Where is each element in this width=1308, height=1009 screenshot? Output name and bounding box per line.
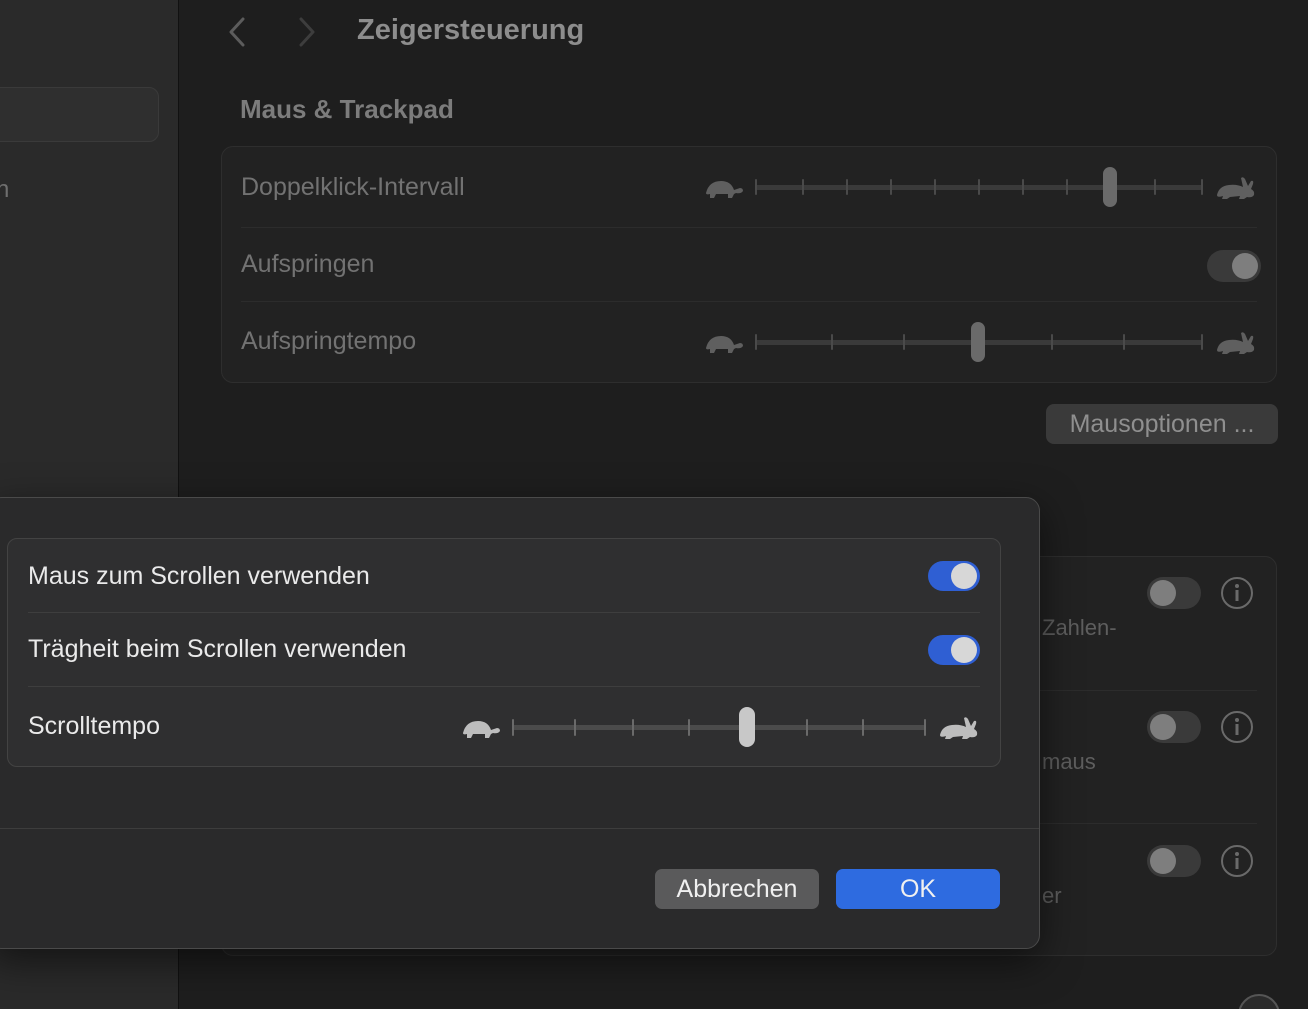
sidebar-search-field[interactable] xyxy=(0,87,159,142)
slider-tick xyxy=(688,718,690,736)
spring-loading-toggle[interactable] xyxy=(1207,250,1261,282)
scroll-speed-knob[interactable] xyxy=(739,706,755,747)
option-toggle[interactable] xyxy=(1147,845,1201,877)
chevron-right-icon xyxy=(299,17,315,47)
chevron-left-icon xyxy=(229,17,245,47)
spring-speed-knob[interactable] xyxy=(971,321,985,362)
slider-tick xyxy=(1066,178,1068,195)
toggle-knob xyxy=(951,563,977,589)
toggle-knob xyxy=(1232,253,1258,279)
forward-button[interactable] xyxy=(292,14,322,50)
option-toggle[interactable] xyxy=(1147,577,1201,609)
scroll-speed-row: Scrolltempo xyxy=(28,686,980,766)
spring-speed-label: Aufspringtempo xyxy=(241,327,417,355)
slider-tick xyxy=(512,718,514,736)
scroll-speed-slider[interactable] xyxy=(458,706,980,747)
slider-tick xyxy=(1051,333,1053,350)
scroll-inertia-label: Trägheit beim Scrollen verwenden xyxy=(28,635,407,663)
rabbit-icon xyxy=(1217,177,1255,199)
mouse-trackpad-group: Doppelklick-Intervall Aufspringen Aufspr… xyxy=(221,146,1277,383)
dialog-settings-group: Maus zum Scrollen verwenden Trägheit bei… xyxy=(7,538,1001,767)
toggle-knob xyxy=(1150,848,1176,874)
slider-tick xyxy=(903,333,905,350)
back-button[interactable] xyxy=(222,14,252,50)
toggle-knob xyxy=(1150,580,1176,606)
row-label-fragment: maus xyxy=(1042,749,1096,774)
slider-tick xyxy=(924,718,926,736)
scroll-with-mouse-label: Maus zum Scrollen verwenden xyxy=(28,561,370,590)
slider-tick xyxy=(632,718,634,736)
row-label-fragment: Zahlen- xyxy=(1042,615,1117,640)
scroll-inertia-row: Trägheit beim Scrollen verwenden xyxy=(28,612,980,686)
double-click-slider[interactable] xyxy=(701,166,1257,207)
spring-speed-track xyxy=(755,321,1203,362)
slider-tick xyxy=(831,333,833,350)
slider-tick xyxy=(846,178,848,195)
mouse-options-dialog: Maus zum Scrollen verwenden Trägheit bei… xyxy=(0,497,1040,949)
option-toggle[interactable] xyxy=(1147,711,1201,743)
row-label-fragment: er xyxy=(1042,883,1062,908)
ok-button[interactable]: OK xyxy=(836,869,1000,909)
spring-speed-slider[interactable] xyxy=(701,321,1257,362)
double-click-track xyxy=(755,166,1203,207)
slider-tick xyxy=(806,718,808,736)
slider-tick xyxy=(755,178,757,195)
dialog-divider xyxy=(0,828,1039,829)
spring-loading-row: Aufspringen xyxy=(241,227,1261,301)
slider-tick xyxy=(862,718,864,736)
scroll-speed-track xyxy=(512,706,926,747)
page-title: Zeigersteuerung xyxy=(357,14,585,46)
turtle-icon xyxy=(463,721,500,738)
slider-tick xyxy=(755,333,757,350)
section-title: Maus & Trackpad xyxy=(240,94,454,124)
slider-tick xyxy=(1123,333,1125,350)
scroll-inertia-toggle[interactable] xyxy=(928,634,980,665)
mouse-options-button[interactable]: Mausoptionen ... xyxy=(1046,404,1278,444)
slider-tick xyxy=(1154,178,1156,195)
help-icon[interactable] xyxy=(1238,994,1280,1009)
scroll-with-mouse-toggle[interactable] xyxy=(928,561,980,591)
slider-tick xyxy=(890,178,892,195)
slider-tick xyxy=(802,178,804,195)
scroll-speed-label: Scrolltempo xyxy=(28,712,160,740)
turtle-icon xyxy=(706,181,743,198)
double-click-knob[interactable] xyxy=(1103,166,1117,207)
double-click-row: Doppelklick-Intervall xyxy=(241,147,1257,227)
toggle-knob xyxy=(1150,714,1176,740)
scroll-with-mouse-row: Maus zum Scrollen verwenden xyxy=(28,539,980,613)
slider-tick xyxy=(978,178,980,195)
info-icon[interactable] xyxy=(1220,844,1254,878)
toggle-knob xyxy=(951,636,977,663)
slider-tick xyxy=(934,178,936,195)
spring-loading-label: Aufspringen xyxy=(241,250,375,278)
slider-tick xyxy=(1022,178,1024,195)
turtle-icon xyxy=(706,336,743,353)
slider-tick xyxy=(1201,178,1203,195)
info-icon[interactable] xyxy=(1220,576,1254,610)
rabbit-icon xyxy=(940,717,978,739)
slider-tick xyxy=(1201,333,1203,350)
sidebar-item-fragment[interactable]: n xyxy=(0,176,9,204)
slider-tick xyxy=(574,718,576,736)
cancel-button[interactable]: Abbrechen xyxy=(655,869,819,909)
double-click-label: Doppelklick-Intervall xyxy=(241,172,465,201)
spring-speed-row: Aufspringtempo xyxy=(241,301,1257,381)
info-icon[interactable] xyxy=(1220,710,1254,744)
rabbit-icon xyxy=(1217,332,1255,354)
